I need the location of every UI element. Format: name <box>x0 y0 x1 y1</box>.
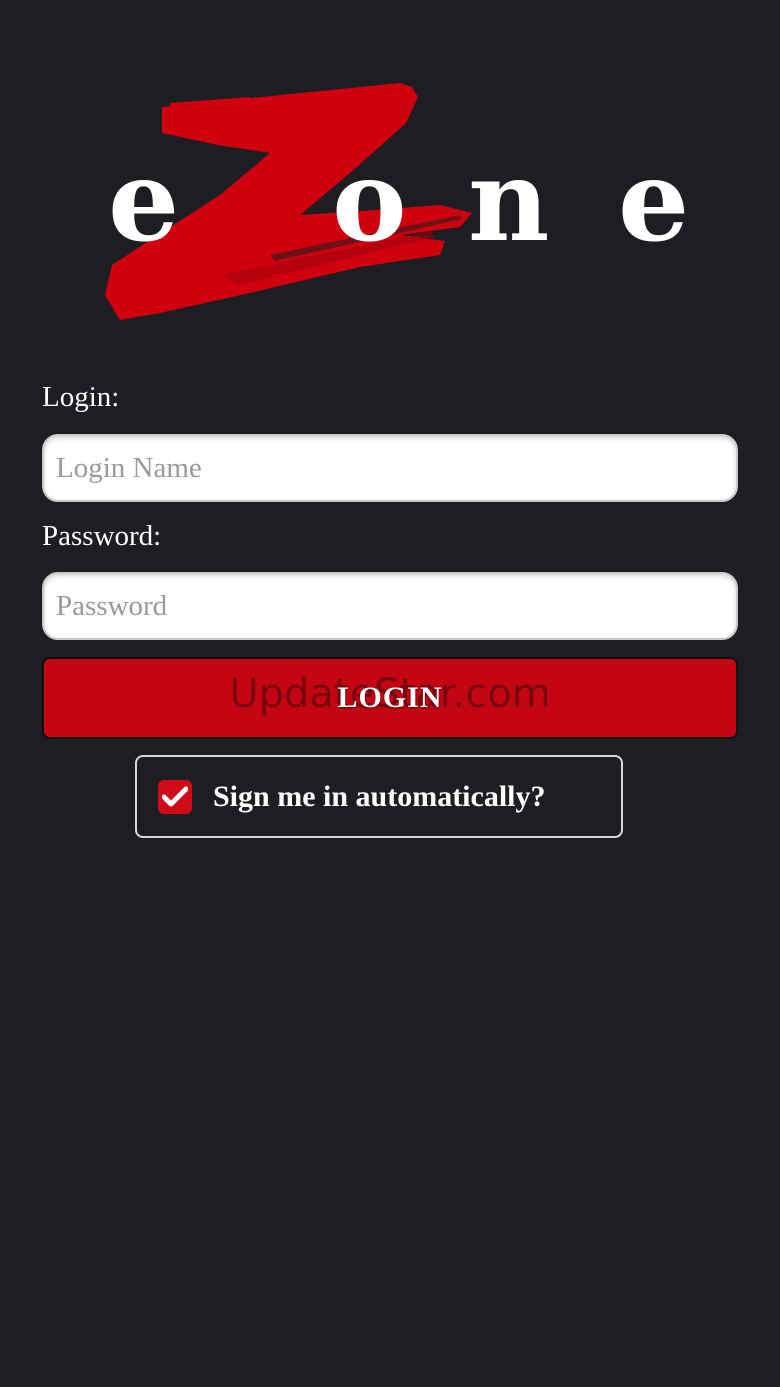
checkmark-icon <box>162 786 188 806</box>
auto-signin-label: Sign me in automatically? <box>213 779 546 813</box>
auto-signin-checkbox[interactable] <box>158 779 192 814</box>
login-button[interactable]: UpdateStar.com LOGIN <box>42 657 738 739</box>
login-screen: e o n e Login: Password: UpdateStar.com … <box>0 0 780 1387</box>
logo-letter-e1: e <box>108 136 179 267</box>
password-label: Password: <box>42 520 162 552</box>
login-button-label: LOGIN <box>337 681 443 714</box>
login-name-input[interactable] <box>42 434 738 502</box>
logo-letter-o: o <box>332 136 407 267</box>
logo-letter-n: n <box>468 136 549 267</box>
logo-letter-e2: e <box>618 136 689 267</box>
password-input[interactable] <box>42 572 738 640</box>
ezone-logo: e o n e <box>100 75 720 330</box>
auto-signin-toggle[interactable]: Sign me in automatically? <box>135 755 623 838</box>
login-label: Login: <box>42 381 120 413</box>
